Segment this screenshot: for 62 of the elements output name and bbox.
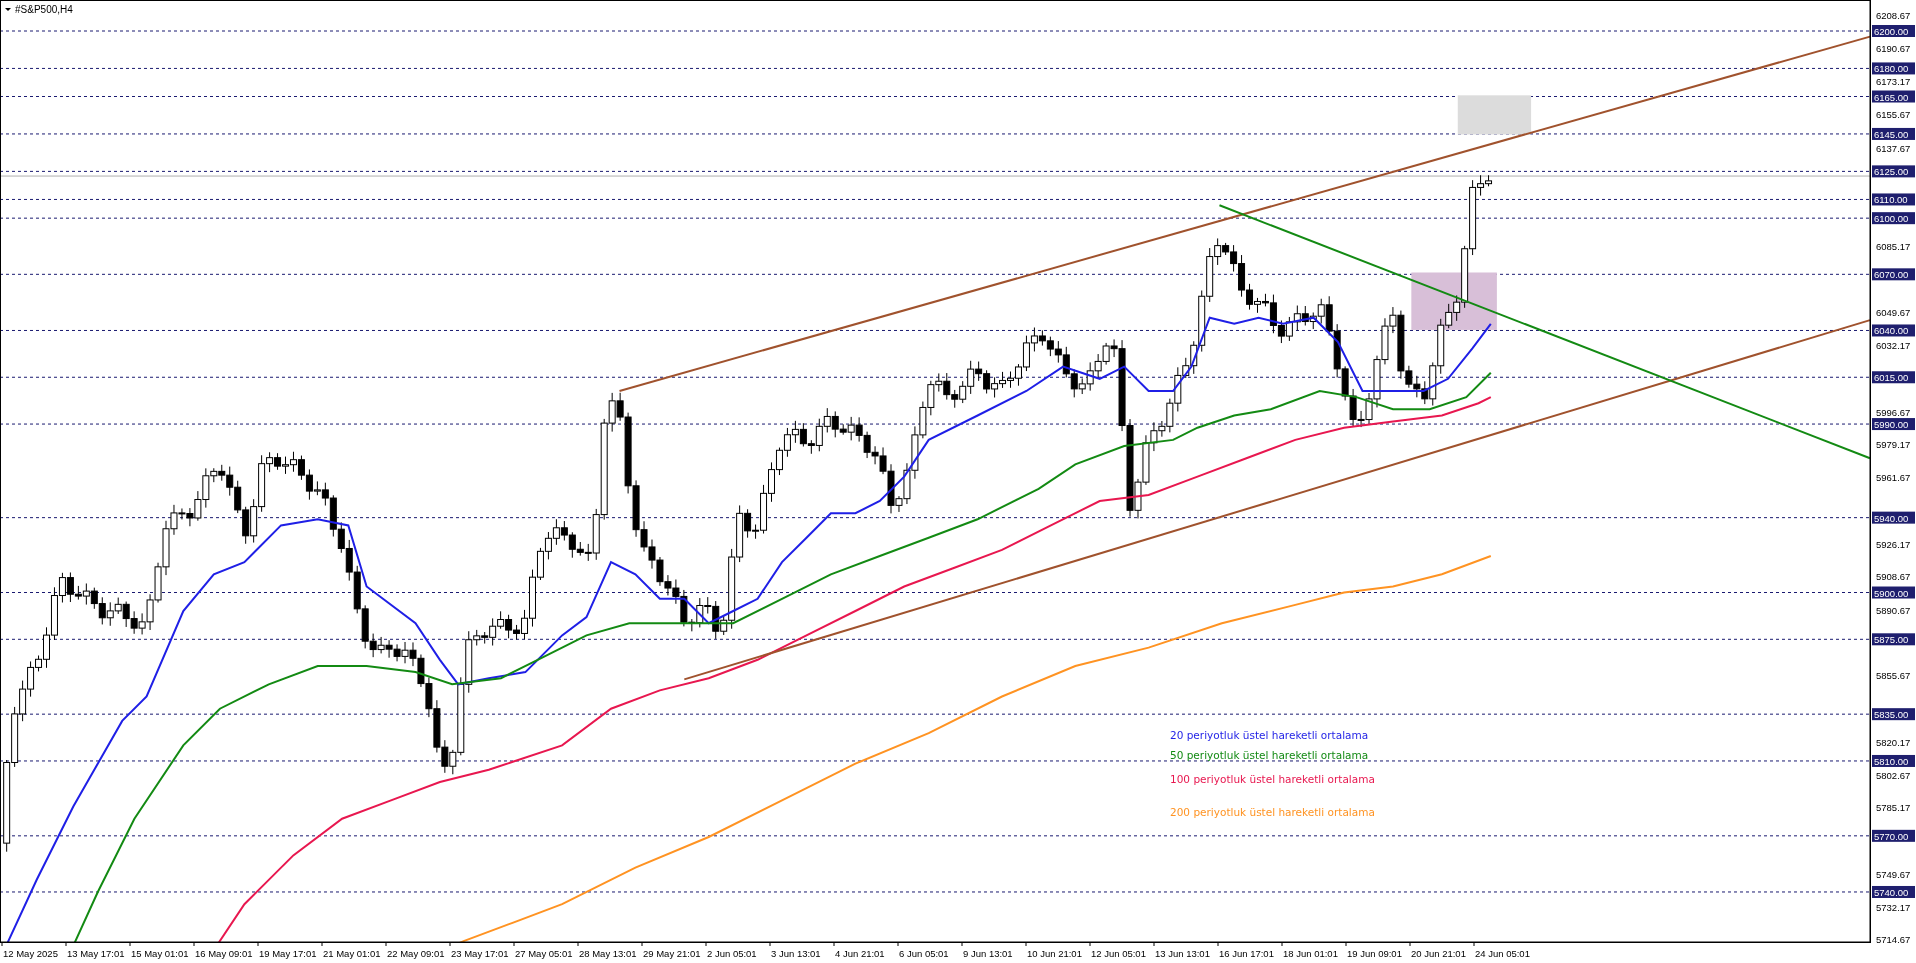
legend-text: 50 periyotluk üstel hareketli ortalama bbox=[1170, 749, 1369, 761]
time-label: 9 Jun 13:01 bbox=[963, 948, 1013, 959]
time-label: 24 Jun 05:01 bbox=[1475, 948, 1530, 959]
time-label: 21 May 01:01 bbox=[323, 948, 381, 959]
price-level-label: 6125.00 bbox=[1872, 165, 1915, 178]
price-tick-label: 5855.67 bbox=[1876, 670, 1911, 682]
time-label: 16 May 09:01 bbox=[195, 948, 253, 959]
price-tick-label: 5908.67 bbox=[1876, 571, 1911, 583]
time-label: 3 Jun 13:01 bbox=[771, 948, 821, 959]
legend-text: 200 periyotluk üstel hareketli ortalama bbox=[1170, 806, 1375, 818]
time-label: 12 Jun 05:01 bbox=[1091, 948, 1146, 959]
price-tick-label: 6032.17 bbox=[1876, 340, 1911, 352]
price-level-label: 5835.00 bbox=[1872, 708, 1915, 721]
time-label: 4 Jun 21:01 bbox=[835, 948, 885, 959]
time-label: 29 May 21:01 bbox=[643, 948, 701, 959]
time-label: 15 May 01:01 bbox=[131, 948, 189, 959]
price-tick-label: 5732.17 bbox=[1876, 901, 1911, 913]
time-label: 12 May 2025 bbox=[3, 948, 58, 959]
price-level-label: 6180.00 bbox=[1872, 62, 1915, 75]
price-tick-label: 5785.17 bbox=[1876, 802, 1911, 814]
price-tick-label: 6049.67 bbox=[1876, 307, 1911, 319]
price-tick-label: 5996.67 bbox=[1876, 406, 1911, 418]
price-tick-label: 6155.67 bbox=[1876, 108, 1911, 120]
price-level-label: 6200.00 bbox=[1872, 25, 1915, 37]
price-level-label: 6040.00 bbox=[1872, 324, 1915, 337]
price-tick-label: 6190.67 bbox=[1876, 43, 1911, 55]
time-label: 23 May 17:01 bbox=[451, 948, 509, 959]
price-tick-label: 5979.17 bbox=[1876, 439, 1911, 451]
price-tick-label: 5961.67 bbox=[1876, 472, 1911, 484]
time-label: 18 Jun 01:01 bbox=[1283, 948, 1338, 959]
price-level-label: 5875.00 bbox=[1872, 633, 1915, 646]
time-label: 13 May 17:01 bbox=[67, 948, 125, 959]
price-level-label: 6110.00 bbox=[1872, 193, 1915, 206]
price-tick-label: 5890.67 bbox=[1876, 604, 1911, 616]
price-level-label: 5990.00 bbox=[1872, 418, 1915, 431]
time-label: 28 May 13:01 bbox=[579, 948, 637, 959]
price-tick-label: 5714.67 bbox=[1876, 934, 1911, 946]
chart-title: #S&P500,H4 bbox=[15, 4, 73, 15]
price-level-label: 6070.00 bbox=[1872, 268, 1915, 281]
dropdown-triangle-icon[interactable] bbox=[5, 8, 11, 11]
time-label: 22 May 09:01 bbox=[387, 948, 445, 959]
time-label: 20 Jun 21:01 bbox=[1411, 948, 1466, 959]
time-label: 10 Jun 21:01 bbox=[1027, 948, 1082, 959]
price-tick-label: 6137.67 bbox=[1876, 142, 1911, 154]
time-label: 2 Jun 05:01 bbox=[707, 948, 757, 959]
time-label: 6 Jun 05:01 bbox=[899, 948, 949, 959]
price-tick-label: 6085.17 bbox=[1876, 240, 1911, 252]
time-label: 19 May 17:01 bbox=[259, 948, 317, 959]
time-label: 13 Jun 13:01 bbox=[1155, 948, 1210, 959]
price-tick-label: 5749.67 bbox=[1876, 868, 1911, 880]
price-tick-label: 5802.67 bbox=[1876, 769, 1911, 781]
legend-text: 100 periyotluk üstel hareketli ortalama bbox=[1170, 773, 1375, 785]
price-level-label: 6015.00 bbox=[1872, 371, 1915, 384]
price-tick-label: 6173.17 bbox=[1876, 76, 1911, 88]
price-tick-label: 6208.67 bbox=[1876, 9, 1911, 21]
price-level-label: 6100.00 bbox=[1872, 212, 1915, 225]
time-label: 19 Jun 09:01 bbox=[1347, 948, 1402, 959]
time-label: 27 May 05:01 bbox=[515, 948, 573, 959]
legend-text: 20 periyotluk üstel hareketli ortalama bbox=[1170, 729, 1369, 741]
time-label: 16 Jun 17:01 bbox=[1219, 948, 1274, 959]
price-tick-label: 5926.17 bbox=[1876, 538, 1911, 550]
price-tick-label: 5820.17 bbox=[1876, 736, 1911, 748]
